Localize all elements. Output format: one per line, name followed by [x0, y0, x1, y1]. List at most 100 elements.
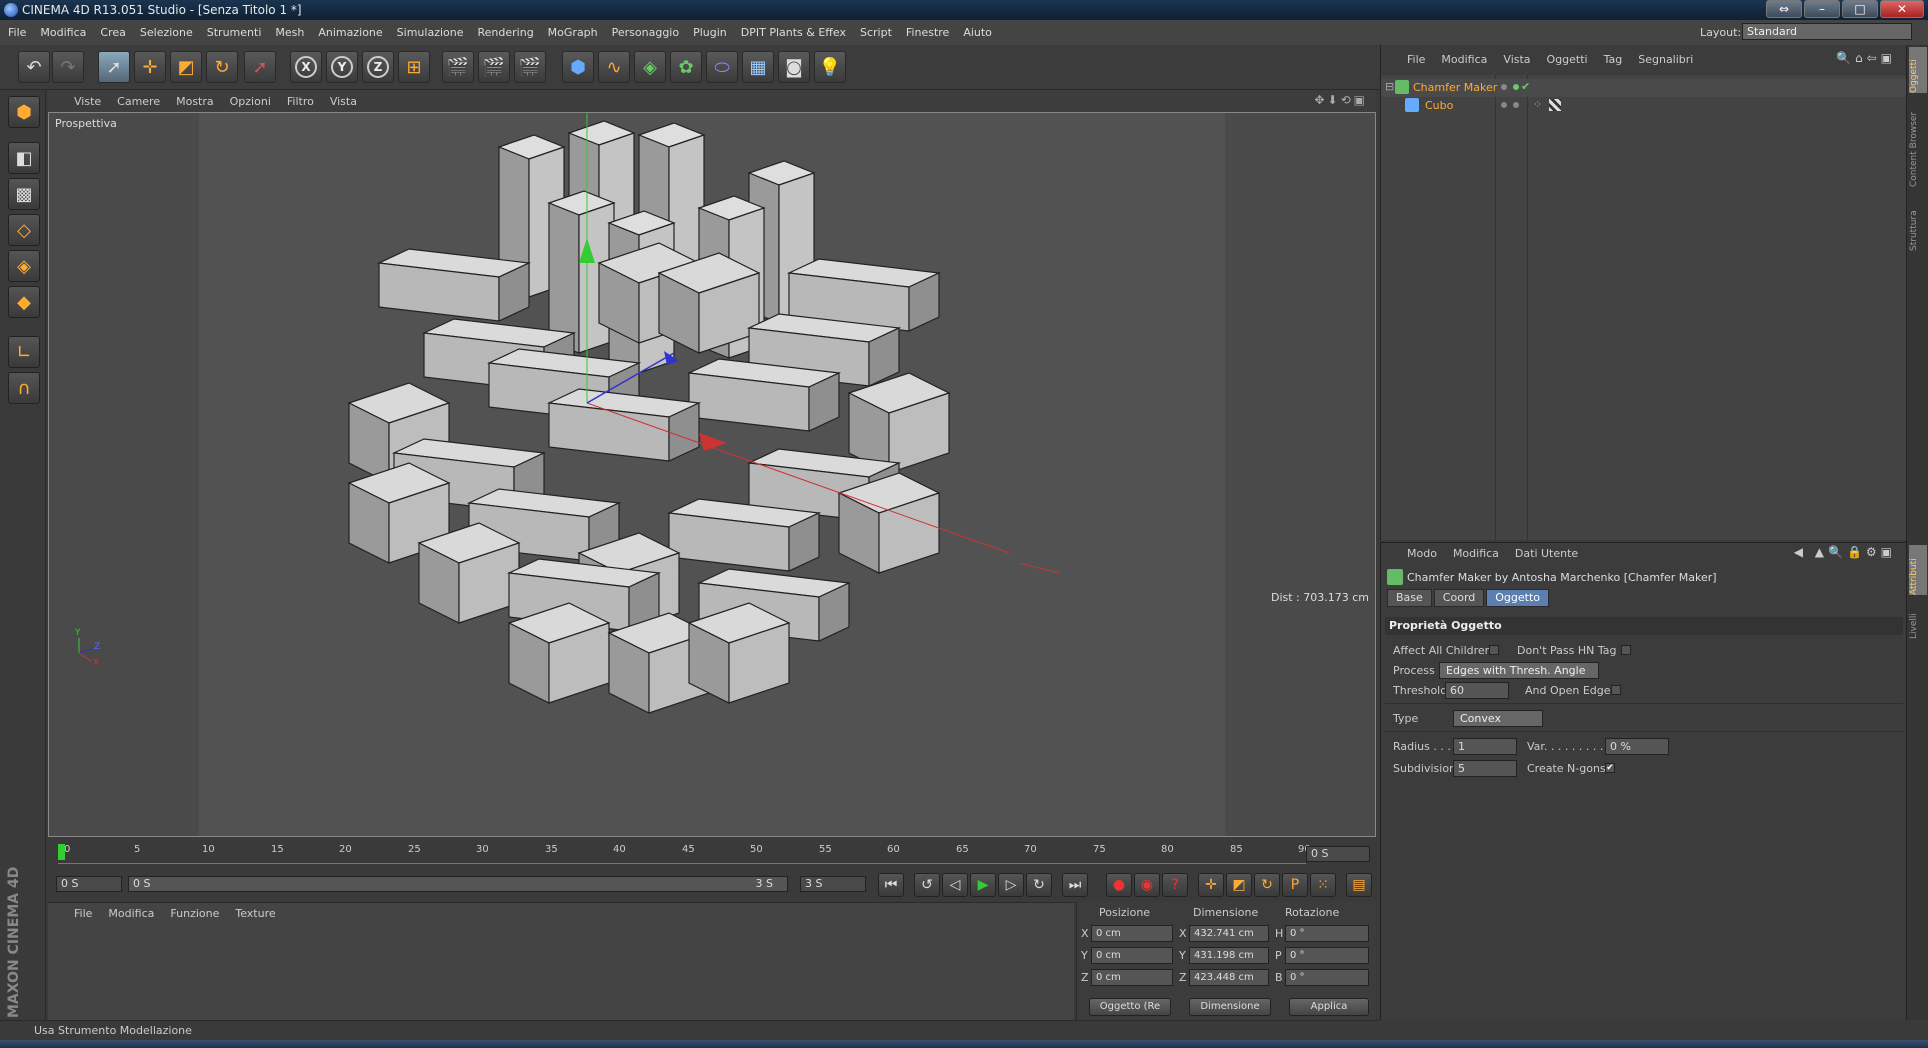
- menu-personaggio[interactable]: Personaggio: [612, 26, 679, 39]
- menu-aiuto[interactable]: Aiuto: [963, 26, 992, 39]
- make-editable-icon[interactable]: ⬢: [8, 96, 40, 128]
- menu-mesh[interactable]: Mesh: [275, 26, 304, 39]
- tab-content-browser[interactable]: Content Browser: [1909, 97, 1927, 187]
- preview-range-slider[interactable]: 0 S 3 S: [128, 876, 788, 892]
- last-tool-icon[interactable]: ➚: [244, 51, 276, 83]
- start-time-field[interactable]: 0 S: [56, 876, 122, 892]
- coordinate-system-icon[interactable]: ⊞: [398, 51, 430, 83]
- attribute-nav-icons[interactable]: ◀ ▲🔍🔒⚙▣: [1794, 545, 1896, 559]
- keyframe-selection-icon[interactable]: ?: [1162, 873, 1188, 897]
- menu-script[interactable]: Script: [860, 26, 892, 39]
- next-key-icon[interactable]: ↻: [1026, 873, 1052, 897]
- scale-icon[interactable]: ◩: [170, 51, 202, 83]
- vp-menu-opzioni[interactable]: Opzioni: [230, 95, 271, 108]
- model-mode-icon[interactable]: ◧: [8, 142, 40, 174]
- menu-mograph[interactable]: MoGraph: [548, 26, 598, 39]
- obj-menu-oggetti[interactable]: Oggetti: [1547, 53, 1588, 66]
- rotation-h-field[interactable]: 0 °: [1285, 925, 1369, 942]
- polygons-mode-icon[interactable]: ◆: [8, 286, 40, 318]
- timeline[interactable]: 0 5 10 15 20 25 30 35 40 45 50 55 60 65 …: [48, 840, 1376, 870]
- tab-coord[interactable]: Coord: [1433, 589, 1485, 607]
- radius-field[interactable]: 1: [1453, 738, 1517, 755]
- render-settings-icon[interactable]: 🎬: [514, 51, 546, 83]
- threshold-field[interactable]: 60: [1445, 682, 1509, 699]
- vp-menu-viste[interactable]: Viste: [74, 95, 101, 108]
- snap-magnet-icon[interactable]: ∩: [8, 372, 40, 404]
- attr-menu-modo[interactable]: Modo: [1407, 547, 1437, 560]
- menu-simulazione[interactable]: Simulazione: [397, 26, 464, 39]
- x-axis-lock-icon[interactable]: X: [290, 51, 322, 83]
- object-list[interactable]: ⊟ Chamfer Maker ✔ Cubo ⁘: [1381, 75, 1907, 540]
- visibility-dot[interactable]: [1501, 84, 1507, 90]
- mat-menu-modifica[interactable]: Modifica: [108, 907, 154, 920]
- menu-plugin[interactable]: Plugin: [693, 26, 727, 39]
- go-to-start-icon[interactable]: ⏮: [878, 873, 904, 897]
- vp-menu-vista[interactable]: Vista: [330, 95, 357, 108]
- dont-pass-hn-checkbox[interactable]: [1621, 645, 1631, 655]
- light-icon[interactable]: 💡: [814, 51, 846, 83]
- key-position-icon[interactable]: ✛: [1198, 873, 1224, 897]
- mat-menu-texture[interactable]: Texture: [235, 907, 275, 920]
- array-icon[interactable]: ✿: [670, 51, 702, 83]
- menu-animazione[interactable]: Animazione: [318, 26, 382, 39]
- size-mode-dropdown[interactable]: Dimensione: [1189, 998, 1271, 1016]
- render-dot[interactable]: [1513, 84, 1519, 90]
- floor-icon[interactable]: ▦: [742, 51, 774, 83]
- rotate-icon[interactable]: ↻: [206, 51, 238, 83]
- position-z-field[interactable]: 0 cm: [1091, 969, 1173, 986]
- render-view-icon[interactable]: 🎬: [442, 51, 474, 83]
- tab-livelli[interactable]: Livelli: [1909, 599, 1927, 639]
- timeline-ruler[interactable]: 0 5 10 15 20 25 30 35 40 45 50 55 60 65 …: [58, 844, 1311, 864]
- object-row-cubo[interactable]: Cubo ⁘: [1381, 97, 1907, 115]
- axis-mode-icon[interactable]: ∟: [8, 336, 40, 368]
- process-dropdown[interactable]: Edges with Thresh. Angle: [1439, 662, 1599, 679]
- current-frame-field[interactable]: 0 S: [1306, 846, 1370, 862]
- type-dropdown[interactable]: Convex: [1453, 710, 1543, 727]
- size-x-field[interactable]: 432.741 cm: [1189, 925, 1269, 942]
- play-icon[interactable]: ▶: [970, 873, 996, 897]
- obj-menu-file[interactable]: File: [1407, 53, 1425, 66]
- open-edges-checkbox[interactable]: [1611, 685, 1621, 695]
- subdivision-field[interactable]: 5: [1453, 760, 1517, 777]
- spline-icon[interactable]: ∿: [598, 51, 630, 83]
- attr-menu-modifica[interactable]: Modifica: [1453, 547, 1499, 560]
- points-mode-icon[interactable]: ◇: [8, 214, 40, 246]
- size-y-field[interactable]: 431.198 cm: [1189, 947, 1269, 964]
- key-parameter-icon[interactable]: P: [1282, 873, 1308, 897]
- move-icon[interactable]: ✛: [134, 51, 166, 83]
- menu-rendering[interactable]: Rendering: [478, 26, 534, 39]
- viewport-nav-icons[interactable]: ✥⬇⟲▣: [1314, 93, 1368, 107]
- menu-crea[interactable]: Crea: [100, 26, 125, 39]
- tab-attributi[interactable]: Attributi: [1909, 545, 1927, 595]
- maximize-button[interactable]: □: [1842, 0, 1878, 18]
- visibility-dot[interactable]: [1501, 102, 1507, 108]
- vp-menu-filtro[interactable]: Filtro: [287, 95, 314, 108]
- edges-mode-icon[interactable]: ◈: [8, 250, 40, 282]
- obj-menu-tag[interactable]: Tag: [1604, 53, 1623, 66]
- end-time-field[interactable]: 3 S: [800, 876, 866, 892]
- key-rotation-icon[interactable]: ↻: [1254, 873, 1280, 897]
- timeline-scheme-icon[interactable]: ▤: [1346, 873, 1372, 897]
- record-active-icon[interactable]: ●: [1106, 873, 1132, 897]
- collapse-icon[interactable]: ⊟: [1385, 80, 1394, 93]
- live-selection-icon[interactable]: ➚: [98, 51, 130, 83]
- create-ngons-checkbox[interactable]: ✔: [1605, 763, 1615, 773]
- object-mode-dropdown[interactable]: Oggetto (Re: [1089, 998, 1171, 1016]
- menu-dpit[interactable]: DPIT Plants & Effex: [741, 26, 846, 39]
- timeline-playhead[interactable]: [58, 844, 65, 860]
- autokey-icon[interactable]: ◉: [1134, 873, 1160, 897]
- minimize-button[interactable]: –: [1804, 0, 1840, 18]
- undo-icon[interactable]: ↶: [18, 51, 50, 83]
- tab-oggetti[interactable]: Oggetti: [1909, 47, 1927, 93]
- render-picture-viewer-icon[interactable]: 🎬: [478, 51, 510, 83]
- menu-selezione[interactable]: Selezione: [140, 26, 193, 39]
- layout-dropdown[interactable]: Standard: [1742, 23, 1912, 40]
- tab-base[interactable]: Base: [1387, 589, 1432, 607]
- mat-menu-file[interactable]: File: [74, 907, 92, 920]
- previous-frame-icon[interactable]: ◁: [942, 873, 968, 897]
- tab-struttura[interactable]: Struttura: [1909, 191, 1927, 251]
- 3d-viewport[interactable]: Prospettiva Y Z X Dist: 703.173 cm: [48, 112, 1376, 837]
- size-z-field[interactable]: 423.448 cm: [1189, 969, 1269, 986]
- affect-all-children-checkbox[interactable]: [1489, 645, 1499, 655]
- go-to-end-icon[interactable]: ⏭: [1062, 873, 1088, 897]
